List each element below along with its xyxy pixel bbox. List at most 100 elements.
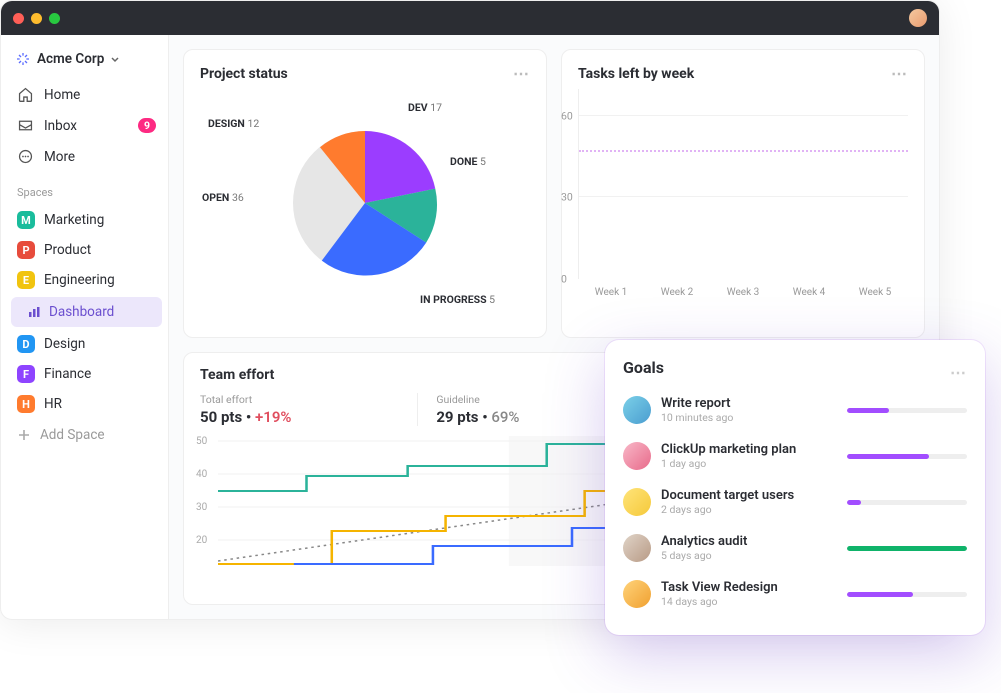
card-title: Tasks left by week <box>578 66 694 82</box>
pie-label-done: DONE 5 <box>450 155 486 168</box>
add-space-button[interactable]: Add Space <box>11 419 162 451</box>
window-controls <box>13 13 60 24</box>
x-axis-label: Week 5 <box>859 287 892 298</box>
dashboard-icon <box>27 305 41 319</box>
stat-label: Total effort <box>200 393 399 406</box>
chevron-down-icon <box>110 54 120 64</box>
space-badge: M <box>17 211 35 229</box>
sidebar-space-marketing[interactable]: M Marketing <box>11 205 162 235</box>
x-axis-label: Week 4 <box>793 287 826 298</box>
workspace-switcher[interactable]: Acme Corp <box>11 45 162 79</box>
goal-row[interactable]: Write report10 minutes ago <box>623 387 967 433</box>
plus-icon <box>17 428 31 442</box>
pie-label-design: DESIGN 12 <box>208 117 259 130</box>
stat-total: Total effort 50 pts • +19% <box>200 393 418 426</box>
x-axis-label: Week 2 <box>661 287 694 298</box>
space-badge: P <box>17 241 35 259</box>
space-badge: D <box>17 335 35 353</box>
avatar <box>623 488 651 516</box>
goal-row[interactable]: ClickUp marketing plan1 day ago <box>623 433 967 479</box>
stat-value: 29 pts <box>436 408 478 426</box>
inbox-icon <box>17 117 34 134</box>
goal-title: ClickUp marketing plan <box>661 442 837 457</box>
pie-label-dev: DEV 17 <box>408 101 442 114</box>
user-avatar[interactable] <box>909 9 927 27</box>
y-axis-tick: 30 <box>196 502 207 513</box>
goal-title: Task View Redesign <box>661 580 837 595</box>
maximize-icon[interactable] <box>49 13 60 24</box>
space-label: Marketing <box>44 212 104 228</box>
pie-chart: DEV 17 DONE 5 IN PROGRESS 5 DESIGN 12 OP… <box>200 83 530 323</box>
close-icon[interactable] <box>13 13 24 24</box>
project-status-card: Project status ⋯ DEV 17 DONE 5 IN PROGRE… <box>183 49 547 338</box>
add-space-label: Add Space <box>40 427 105 443</box>
space-badge: F <box>17 365 35 383</box>
goals-panel: Goals ⋯ Write report10 minutes ago Click… <box>605 340 985 635</box>
goal-row[interactable]: Task View Redesign14 days ago <box>623 571 967 617</box>
card-menu-button[interactable]: ⋯ <box>891 64 908 83</box>
sidebar-space-engineering[interactable]: EEngineering <box>11 265 162 295</box>
sidebar-item-dashboard[interactable]: Dashboard <box>11 297 162 327</box>
space-label: Finance <box>44 366 91 382</box>
y-axis-tick: 30 <box>561 191 573 204</box>
inbox-badge: 9 <box>138 118 156 133</box>
progress-bar <box>847 592 967 597</box>
goal-subtitle: 1 day ago <box>661 457 837 470</box>
goal-subtitle: 10 minutes ago <box>661 411 837 424</box>
card-title: Project status <box>200 66 288 82</box>
sidebar-item-label: Home <box>44 87 80 103</box>
progress-bar <box>847 408 967 413</box>
workspace-icon <box>15 51 31 67</box>
dashboard-label: Dashboard <box>49 304 114 320</box>
space-label: Product <box>44 242 91 258</box>
goal-title: Analytics audit <box>661 534 837 549</box>
goal-row[interactable]: Analytics audit5 days ago <box>623 525 967 571</box>
card-title: Team effort <box>200 367 274 383</box>
bar-chart: 0 30 60 Week 1Week 2Week 3Week 4Week 5 <box>578 83 908 313</box>
space-badge: E <box>17 271 35 289</box>
space-label: Design <box>44 336 85 352</box>
stat-value: 50 pts <box>200 408 242 426</box>
x-axis-label: Week 1 <box>595 287 628 298</box>
space-label: HR <box>44 396 62 412</box>
goals-title: Goals <box>623 358 664 387</box>
sidebar-item-label: Inbox <box>44 118 77 134</box>
y-axis-tick: 20 <box>196 535 207 546</box>
sidebar-space-product[interactable]: P Product <box>11 235 162 265</box>
progress-bar <box>847 500 967 505</box>
pie-label-inprogress: IN PROGRESS 5 <box>420 293 495 306</box>
more-icon <box>17 148 34 165</box>
avatar <box>623 442 651 470</box>
sidebar-space-design[interactable]: D Design <box>11 329 162 359</box>
card-menu-button[interactable]: ⋯ <box>513 64 530 83</box>
stat-delta: +19% <box>255 408 291 426</box>
avatar <box>623 396 651 424</box>
x-axis-label: Week 3 <box>727 287 760 298</box>
sidebar-space-hr[interactable]: H HR <box>11 389 162 419</box>
minimize-icon[interactable] <box>31 13 42 24</box>
avatar <box>623 580 651 608</box>
sidebar-item-more[interactable]: More <box>11 141 162 172</box>
goal-subtitle: 2 days ago <box>661 503 837 516</box>
progress-bar <box>847 454 967 459</box>
y-axis-tick: 50 <box>196 436 207 447</box>
stat-pct: 69% <box>491 408 519 426</box>
y-axis-tick: 60 <box>561 109 573 122</box>
goal-title: Write report <box>661 396 837 411</box>
space-badge: H <box>17 395 35 413</box>
card-menu-button[interactable]: ⋯ <box>950 363 967 382</box>
sidebar-item-inbox[interactable]: Inbox 9 <box>11 110 162 141</box>
y-axis-tick: 0 <box>561 273 567 286</box>
sidebar-item-label: More <box>44 149 75 165</box>
home-icon <box>17 86 34 103</box>
y-axis-tick: 40 <box>196 469 207 480</box>
pie-label-open: OPEN 36 <box>202 191 244 204</box>
sidebar-item-home[interactable]: Home <box>11 79 162 110</box>
goal-row[interactable]: Document target users2 days ago <box>623 479 967 525</box>
goal-subtitle: 5 days ago <box>661 549 837 562</box>
sidebar: Acme Corp Home Inbox 9 More Spaces MMark… <box>1 35 169 619</box>
sidebar-space-finance[interactable]: F Finance <box>11 359 162 389</box>
progress-bar <box>847 546 967 551</box>
goal-subtitle: 14 days ago <box>661 595 837 608</box>
tasks-left-card: Tasks left by week ⋯ 0 30 60 Week 1 Week … <box>561 49 925 338</box>
